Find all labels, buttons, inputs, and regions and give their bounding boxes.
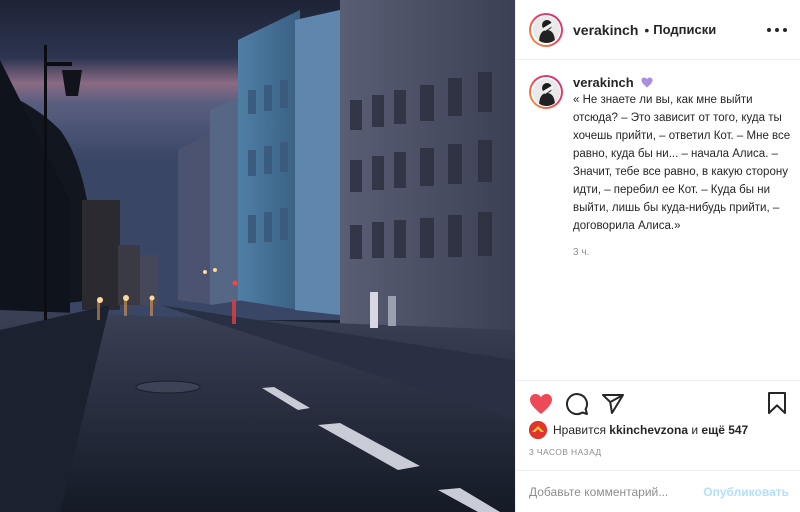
like-button[interactable]	[529, 392, 553, 416]
caption-story-ring[interactable]	[529, 75, 563, 109]
post-timestamp[interactable]: 3 часов назад	[529, 447, 602, 457]
header-separator: •	[644, 21, 650, 38]
comment-icon	[566, 392, 589, 415]
street-photo-image	[0, 0, 515, 512]
caption-avatar	[532, 78, 560, 106]
caption-avatar-image	[532, 78, 560, 106]
comment-button[interactable]	[565, 392, 589, 416]
avatar	[532, 16, 560, 43]
following-button[interactable]: Подписки	[653, 22, 716, 37]
share-icon	[602, 393, 624, 414]
heart-filled-icon	[530, 393, 552, 414]
save-button[interactable]	[765, 391, 789, 415]
bookmark-icon	[768, 392, 786, 414]
avatar-image	[532, 16, 560, 43]
share-button[interactable]	[601, 392, 625, 416]
likes-connector: и	[691, 423, 699, 437]
caption-time: 3 ч.	[573, 247, 590, 258]
post-side-panel: verakinch • Подписки verakinch « Не знае…	[515, 0, 800, 512]
more-options-icon[interactable]	[767, 22, 787, 38]
caption-text: « Не знаете ли вы, как мне выйти отсюда?…	[573, 94, 791, 232]
caption-username[interactable]: verakinch	[573, 75, 634, 90]
liker-avatar-image	[529, 421, 547, 439]
liker-avatar[interactable]	[529, 421, 547, 439]
instagram-post: verakinch • Подписки verakinch « Не знае…	[0, 0, 800, 512]
publish-button[interactable]: Опубликовать	[703, 485, 789, 499]
post-caption: verakinch « Не знаете ли вы, как мне вый…	[529, 74, 791, 258]
comment-input[interactable]	[529, 484, 704, 499]
likes-summary: Нравится kkinchevzona и ещё 547	[529, 421, 748, 439]
post-header: verakinch • Подписки	[516, 0, 800, 60]
post-photo[interactable]	[0, 0, 515, 512]
likes-count[interactable]: ещё 547	[701, 423, 748, 437]
purple-heart-emoji-icon	[641, 77, 653, 88]
likes-prefix: Нравится	[553, 423, 606, 437]
story-ring[interactable]	[529, 12, 563, 47]
comment-form: Опубликовать	[516, 470, 800, 512]
header-username[interactable]: verakinch	[573, 22, 638, 38]
liker-username[interactable]: kkinchevzona	[609, 423, 688, 437]
action-bar	[516, 380, 800, 426]
